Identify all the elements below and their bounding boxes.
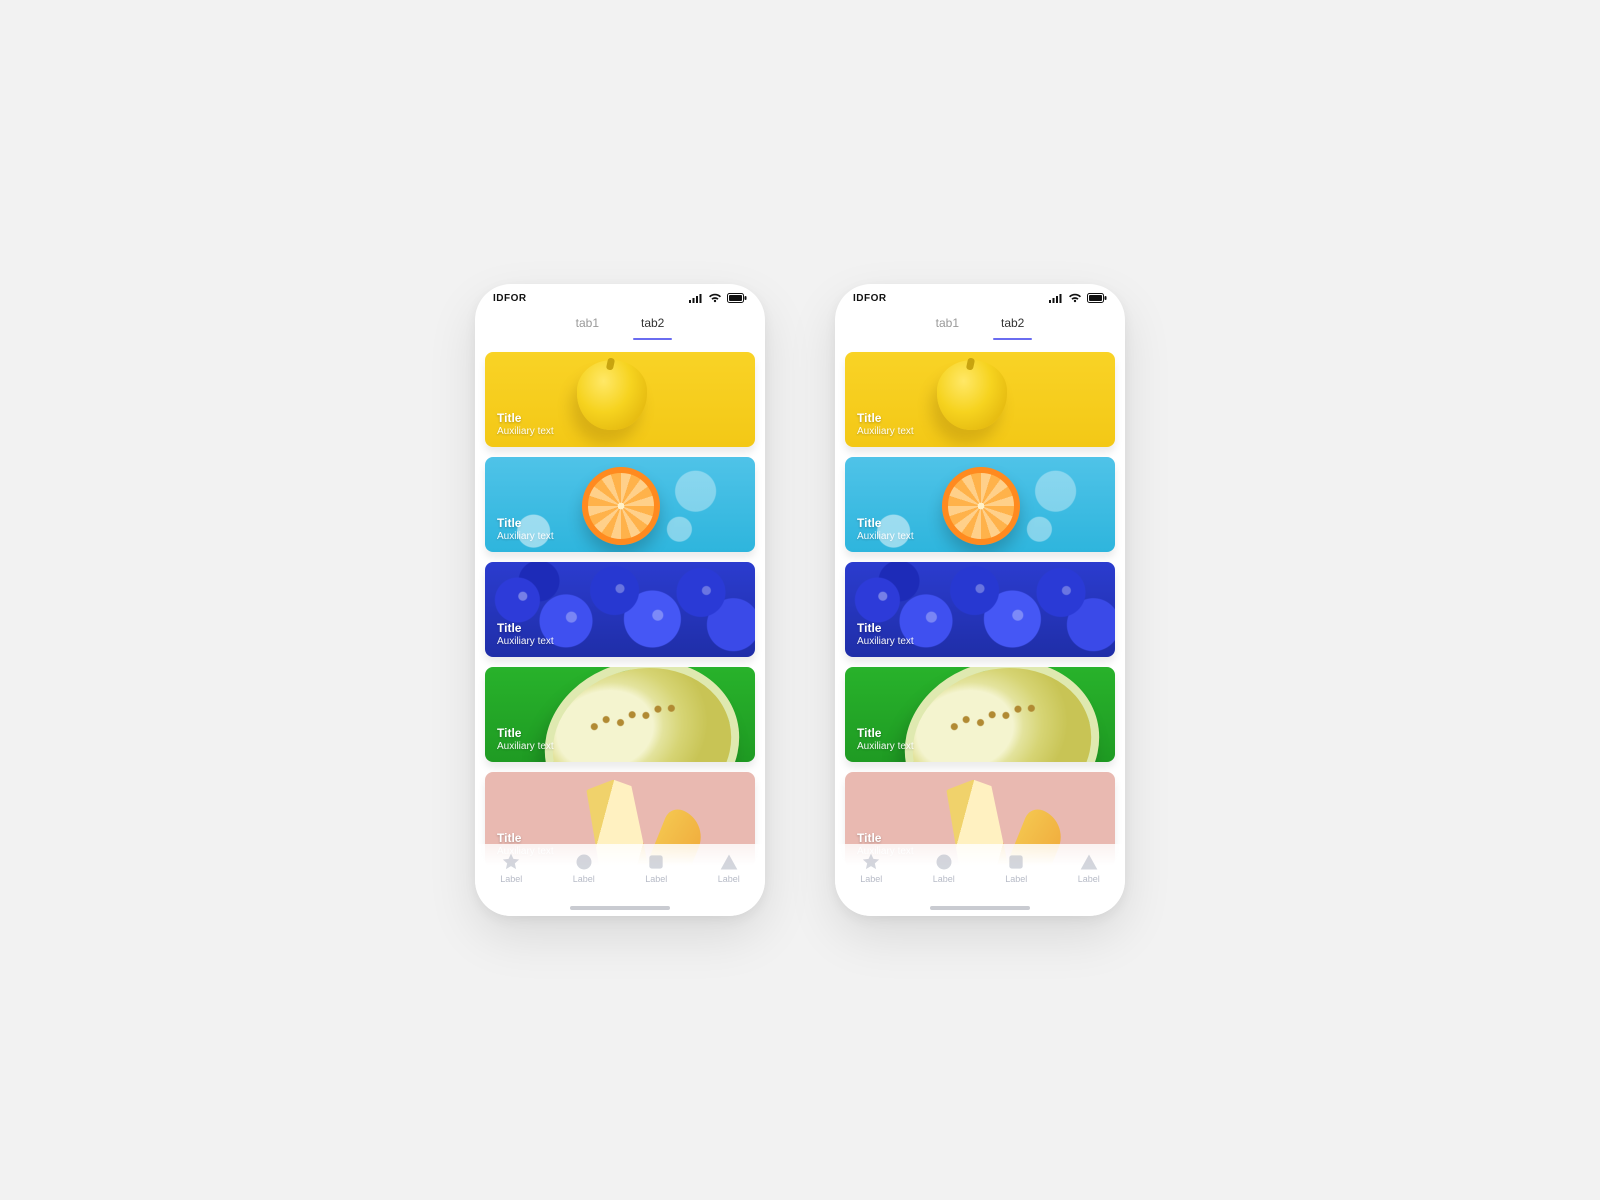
tab-tab1[interactable]: tab1 bbox=[930, 312, 965, 334]
card-text: Title Auxiliary text bbox=[857, 411, 914, 437]
card-aux: Auxiliary text bbox=[857, 636, 914, 647]
battery-icon bbox=[727, 293, 747, 303]
triangle-icon bbox=[719, 852, 739, 872]
card-text: Title Auxiliary text bbox=[857, 621, 914, 647]
list-item[interactable]: Title Auxiliary text bbox=[845, 457, 1115, 552]
card-aux: Auxiliary text bbox=[857, 426, 914, 437]
home-indicator bbox=[930, 906, 1030, 910]
card-title: Title bbox=[857, 516, 914, 530]
tabbar-label: Label bbox=[645, 874, 667, 884]
wifi-icon bbox=[1068, 293, 1082, 303]
card-aux: Auxiliary text bbox=[857, 531, 914, 542]
square-icon bbox=[1006, 852, 1026, 872]
tabbar-label: Label bbox=[933, 874, 955, 884]
phone-mockup-right: IDFOR tab1 tab2 Title Auxiliary text Tit… bbox=[835, 284, 1125, 916]
tabbar-item-star[interactable]: Label bbox=[500, 852, 522, 884]
carrier-label: IDFOR bbox=[493, 293, 527, 304]
tabbar-label: Label bbox=[573, 874, 595, 884]
circle-icon bbox=[934, 852, 954, 872]
tab-tab2[interactable]: tab2 bbox=[995, 312, 1030, 334]
card-title: Title bbox=[857, 621, 914, 635]
tabbar-item-circle[interactable]: Label bbox=[573, 852, 595, 884]
tabbar-item-circle[interactable]: Label bbox=[933, 852, 955, 884]
tabbar-item-square[interactable]: Label bbox=[1005, 852, 1027, 884]
cellular-icon bbox=[689, 293, 703, 303]
card-title: Title bbox=[497, 831, 554, 845]
list-item[interactable]: Title Auxiliary text bbox=[485, 562, 755, 657]
tab-tab1[interactable]: tab1 bbox=[570, 312, 605, 334]
list-item[interactable]: Title Auxiliary text bbox=[845, 562, 1115, 657]
list-item[interactable]: Title Auxiliary text bbox=[845, 667, 1115, 762]
card-text: Title Auxiliary text bbox=[497, 726, 554, 752]
bottom-tabbar: Label Label Label Label bbox=[475, 844, 765, 916]
card-aux: Auxiliary text bbox=[857, 741, 914, 752]
card-title: Title bbox=[857, 726, 914, 740]
square-icon bbox=[646, 852, 666, 872]
status-bar: IDFOR bbox=[835, 284, 1125, 312]
phone-mockup-left: IDFOR tab1 tab2 Title Auxiliary text Tit… bbox=[475, 284, 765, 916]
status-icons bbox=[689, 293, 747, 303]
top-tabs: tab1 tab2 bbox=[835, 312, 1125, 340]
cellular-icon bbox=[1049, 293, 1063, 303]
tabbar-item-star[interactable]: Label bbox=[860, 852, 882, 884]
card-text: Title Auxiliary text bbox=[497, 411, 554, 437]
bottom-tabbar: Label Label Label Label bbox=[835, 844, 1125, 916]
list-item[interactable]: Title Auxiliary text bbox=[485, 457, 755, 552]
card-aux: Auxiliary text bbox=[497, 741, 554, 752]
list-item[interactable]: Title Auxiliary text bbox=[485, 667, 755, 762]
card-title: Title bbox=[857, 411, 914, 425]
card-text: Title Auxiliary text bbox=[857, 516, 914, 542]
card-aux: Auxiliary text bbox=[497, 426, 554, 437]
tabbar-item-triangle[interactable]: Label bbox=[1078, 852, 1100, 884]
card-text: Title Auxiliary text bbox=[497, 621, 554, 647]
battery-icon bbox=[1087, 293, 1107, 303]
card-title: Title bbox=[497, 516, 554, 530]
card-title: Title bbox=[497, 726, 554, 740]
star-icon bbox=[501, 852, 521, 872]
tabbar-item-triangle[interactable]: Label bbox=[718, 852, 740, 884]
card-aux: Auxiliary text bbox=[497, 636, 554, 647]
tabbar-label: Label bbox=[860, 874, 882, 884]
tabbar-label: Label bbox=[718, 874, 740, 884]
card-title: Title bbox=[497, 411, 554, 425]
top-tabs: tab1 tab2 bbox=[475, 312, 765, 340]
card-list[interactable]: Title Auxiliary text Title Auxiliary tex… bbox=[475, 340, 765, 916]
wifi-icon bbox=[708, 293, 722, 303]
tabbar-label: Label bbox=[1078, 874, 1100, 884]
circle-icon bbox=[574, 852, 594, 872]
star-icon bbox=[861, 852, 881, 872]
tabbar-label: Label bbox=[1005, 874, 1027, 884]
card-title: Title bbox=[857, 831, 914, 845]
tabbar-item-square[interactable]: Label bbox=[645, 852, 667, 884]
card-text: Title Auxiliary text bbox=[497, 516, 554, 542]
home-indicator bbox=[570, 906, 670, 910]
card-title: Title bbox=[497, 621, 554, 635]
carrier-label: IDFOR bbox=[853, 293, 887, 304]
card-text: Title Auxiliary text bbox=[857, 726, 914, 752]
list-item[interactable]: Title Auxiliary text bbox=[485, 352, 755, 447]
card-aux: Auxiliary text bbox=[497, 531, 554, 542]
tab-tab2[interactable]: tab2 bbox=[635, 312, 670, 334]
card-list[interactable]: Title Auxiliary text Title Auxiliary tex… bbox=[835, 340, 1125, 916]
triangle-icon bbox=[1079, 852, 1099, 872]
list-item[interactable]: Title Auxiliary text bbox=[845, 352, 1115, 447]
status-icons bbox=[1049, 293, 1107, 303]
tabbar-label: Label bbox=[500, 874, 522, 884]
status-bar: IDFOR bbox=[475, 284, 765, 312]
